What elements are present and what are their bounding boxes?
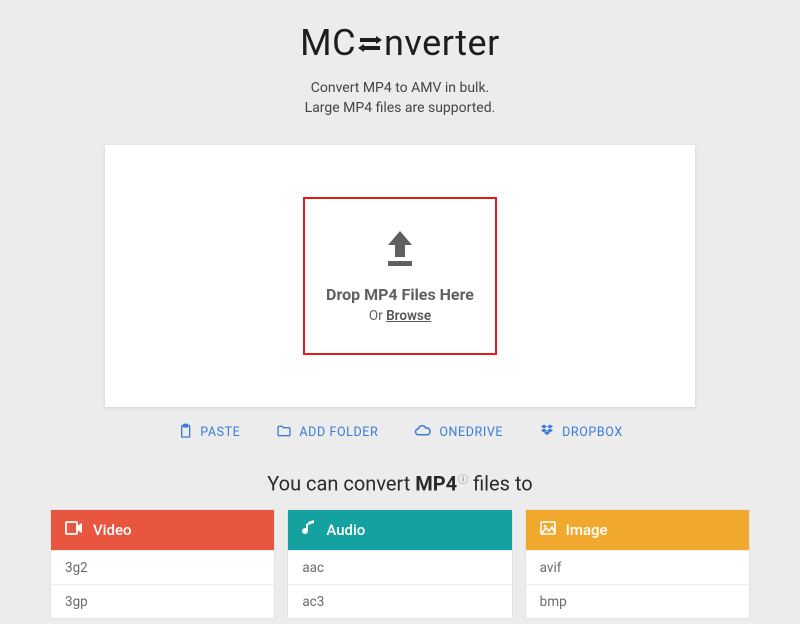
dropbox-button[interactable]: DROPBOX <box>539 423 623 443</box>
convert-format: MP4 <box>415 471 457 495</box>
list-item[interactable]: bmp <box>526 584 749 618</box>
add-folder-button[interactable]: ADD FOLDER <box>276 423 378 443</box>
image-header: Image <box>526 510 749 550</box>
page-subtitle: Convert MP4 to AMV in bulk. Large MP4 fi… <box>0 78 800 119</box>
clipboard-icon <box>177 423 193 443</box>
onedrive-button[interactable]: ONEDRIVE <box>414 423 503 443</box>
logo-text-right: nverter <box>384 22 500 64</box>
video-category: Video 3g2 3gp <box>50 509 275 619</box>
category-row: Video 3g2 3gp Audio aac ac3 Image avif b… <box>50 509 750 619</box>
drop-or-text: Or <box>369 308 386 324</box>
upload-icon <box>378 227 422 275</box>
list-item[interactable]: avif <box>526 550 749 584</box>
paste-button[interactable]: PASTE <box>177 423 240 443</box>
audio-category: Audio aac ac3 <box>287 509 512 619</box>
image-icon <box>540 521 556 539</box>
convert-suffix: files to <box>468 471 533 495</box>
subtitle-line-2: Large MP4 files are supported. <box>0 98 800 118</box>
dropbox-icon <box>539 423 555 443</box>
paste-label: PASTE <box>200 425 240 440</box>
subtitle-line-1: Convert MP4 to AMV in bulk. <box>0 78 800 98</box>
drop-or-line: Or Browse <box>369 308 431 324</box>
app-logo: MC nverter <box>0 0 800 64</box>
list-item[interactable]: ac3 <box>288 584 511 618</box>
video-header: Video <box>51 510 274 550</box>
video-icon <box>65 521 83 539</box>
dropbox-label: DROPBOX <box>562 425 623 440</box>
cloud-icon <box>414 423 432 443</box>
drop-title: Drop MP4 Files Here <box>326 285 474 304</box>
convert-heading: You can convert MP4ⓘ files to <box>0 471 800 496</box>
convert-prefix: You can convert <box>267 471 415 495</box>
list-item[interactable]: aac <box>288 550 511 584</box>
onedrive-label: ONEDRIVE <box>439 425 503 440</box>
list-item[interactable]: 3gp <box>51 584 274 618</box>
add-folder-label: ADD FOLDER <box>299 425 378 440</box>
video-label: Video <box>93 521 132 539</box>
action-row: PASTE ADD FOLDER ONEDRIVE DROPBOX <box>0 423 800 443</box>
audio-label: Audio <box>326 521 365 539</box>
audio-header: Audio <box>288 510 511 550</box>
drop-zone[interactable]: Drop MP4 Files Here Or Browse <box>303 197 497 355</box>
music-note-icon <box>302 520 316 540</box>
image-category: Image avif bmp <box>525 509 750 619</box>
list-item[interactable]: 3g2 <box>51 550 274 584</box>
info-icon[interactable]: ⓘ <box>458 475 468 486</box>
swap-icon <box>356 24 384 66</box>
logo-text-left: MC <box>300 22 356 64</box>
folder-icon <box>276 423 292 443</box>
drop-card[interactable]: Drop MP4 Files Here Or Browse <box>105 145 695 407</box>
browse-link[interactable]: Browse <box>386 308 431 324</box>
image-label: Image <box>566 521 608 539</box>
